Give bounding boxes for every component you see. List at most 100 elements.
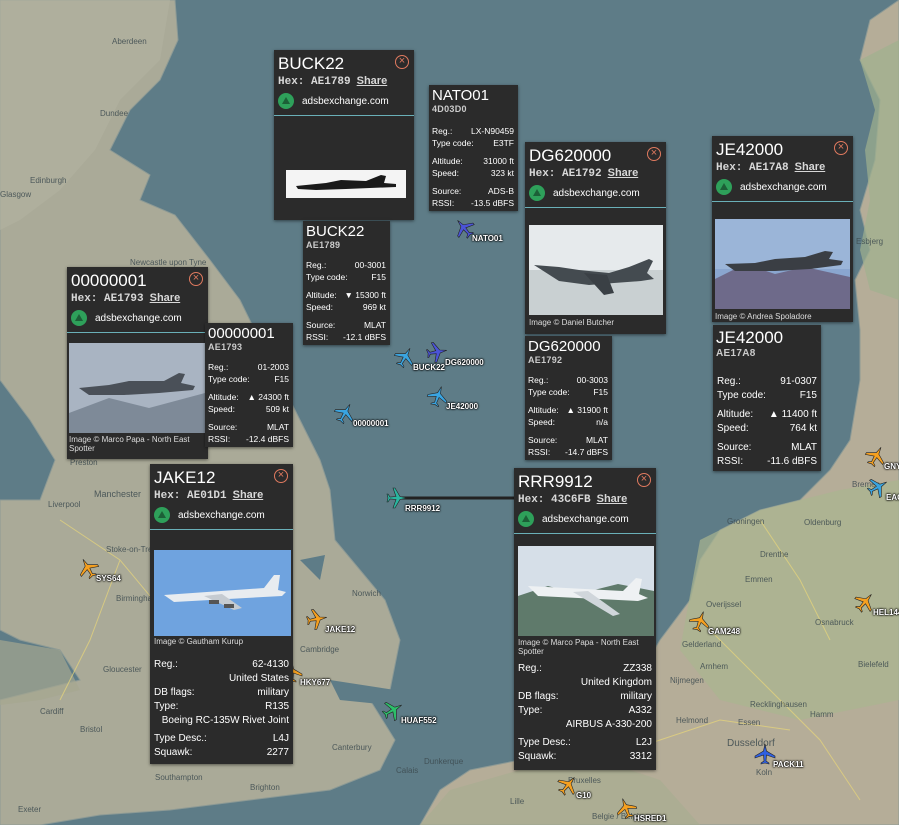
aircraft-photo[interactable]	[286, 170, 406, 198]
close-icon[interactable]: ×	[647, 147, 661, 161]
aircraft-photo[interactable]	[529, 225, 663, 315]
city-label: Southampton	[155, 773, 203, 782]
aircraft-callsign-label[interactable]: RRR9912	[405, 504, 440, 513]
aircraft-tooltip-buck22: BUCK22 AE1789 Reg.: 00-3001 Type code: F15…	[303, 221, 390, 345]
share-link[interactable]: Share	[357, 75, 388, 87]
aircraft-popup-je42000[interactable]: JE42000 × Hex: AE17A8 Share adsbexchange.…	[712, 136, 853, 322]
aircraft-callsign-label[interactable]: JE42000	[446, 402, 478, 411]
aircraft-callsign-label[interactable]: HKY677	[300, 678, 330, 687]
tooltip-row-source: Source: MLAT	[208, 422, 289, 432]
aircraft-popup-00000001[interactable]: 00000001 × Hex: AE1793 Share adsbexchange…	[67, 267, 208, 459]
close-icon[interactable]: ×	[637, 473, 651, 487]
tooltip-details: Reg.: 01-2003 Type code: F15 Altitude: ▲ 24…	[208, 361, 289, 445]
adsbexchange-link[interactable]: adsbexchange.com	[150, 502, 293, 523]
city-label: Essen	[738, 718, 761, 727]
share-link[interactable]: Share	[233, 489, 264, 501]
popup-details: Reg.: ZZ338 United Kingdom DB flags: milit…	[518, 662, 652, 764]
close-icon[interactable]: ×	[274, 469, 288, 483]
tooltip-row-reg: Reg.: 00-3003	[528, 375, 608, 385]
tooltip-row-rssi: RSSI: -12.4 dBFS	[208, 434, 289, 444]
city-label: Groningen	[727, 517, 765, 526]
tooltip-row-speed: Speed: n/a	[528, 417, 608, 427]
aircraft-callsign-label[interactable]: GNY	[884, 462, 899, 471]
city-label: Bristol	[80, 725, 103, 734]
share-link[interactable]: Share	[597, 493, 628, 505]
city-label: Oldenburg	[804, 518, 842, 527]
adsbexchange-link[interactable]: adsbexchange.com	[67, 305, 208, 326]
tooltip-callsign: JE42000	[716, 328, 784, 347]
aircraft-photo[interactable]	[69, 343, 205, 433]
aircraft-callsign-label[interactable]: HSRED1	[634, 814, 666, 823]
aircraft-callsign-label[interactable]: DG620000	[445, 358, 484, 367]
aircraft-callsign-label[interactable]: EAG	[886, 493, 899, 502]
city-label: Edinburgh	[30, 176, 67, 185]
share-link[interactable]: Share	[795, 161, 826, 173]
adsbexchange-link[interactable]: adsbexchange.com	[525, 180, 666, 201]
tooltip-callsign: BUCK22	[306, 223, 365, 240]
popup-row: Squawk: 3312	[518, 751, 652, 762]
aircraft-callsign-label[interactable]: SYS64	[96, 574, 121, 583]
popup-row: Type: A332	[518, 705, 652, 716]
city-label: Lille	[510, 797, 525, 806]
aircraft-popup-rrr9912[interactable]: RRR9912 × Hex: 43C6FB Share adsbexchange.…	[514, 468, 656, 770]
popup-callsign: JAKE12	[154, 468, 216, 487]
aircraft-photo[interactable]	[715, 219, 850, 309]
city-label: Aberdeen	[112, 37, 147, 46]
share-link[interactable]: Share	[150, 292, 181, 304]
aircraft-photo[interactable]	[154, 550, 291, 636]
tooltip-hex: AE1792	[528, 355, 563, 365]
adsbexchange-link[interactable]: adsbexchange.com	[712, 174, 853, 195]
aircraft-callsign-label[interactable]: GAM248	[708, 627, 740, 636]
aircraft-callsign-label[interactable]: PACK11	[773, 760, 804, 769]
popup-row: United States	[228, 673, 289, 684]
city-label: Gloucester	[103, 665, 142, 674]
aircraft-callsign-label[interactable]: 00000001	[353, 419, 389, 428]
aircraft-tooltip-dg620000: DG620000 AE1792 Reg.: 00-3003 Type code: F…	[525, 336, 612, 460]
aircraft-popup-jake12[interactable]: JAKE12 × Hex: AE01D1 Share adsbexchange.c…	[150, 464, 293, 764]
photo-credit: Image © Marco Papa - North East Spotter	[69, 435, 190, 453]
city-label: Cardiff	[40, 707, 64, 716]
popup-callsign: RRR9912	[518, 472, 593, 491]
tooltip-row-speed: Speed: 323 kt	[432, 168, 514, 178]
city-label: Arnhem	[700, 662, 729, 671]
adsbexchange-link[interactable]: adsbexchange.com	[274, 88, 414, 109]
close-icon[interactable]: ×	[395, 55, 409, 69]
adsbexchange-logo-icon	[716, 179, 732, 195]
city-label: Overijssel	[706, 600, 742, 609]
tooltip-row-altitude: Altitude: ▲ 31900 ft	[528, 405, 608, 415]
close-icon[interactable]: ×	[834, 141, 848, 155]
aircraft-popup-dg620000[interactable]: DG620000 × Hex: AE1792 Share adsbexchange…	[525, 142, 666, 334]
close-icon[interactable]: ×	[189, 272, 203, 286]
popup-hex-line: Hex: AE01D1 Share	[154, 489, 264, 502]
aircraft-callsign-label[interactable]: NATO01	[472, 234, 503, 243]
aircraft-callsign-label[interactable]: JAKE12	[325, 625, 355, 634]
city-label: Gelderland	[682, 640, 722, 649]
city-label: Emmen	[745, 575, 773, 584]
aircraft-photo[interactable]	[518, 546, 654, 636]
share-link[interactable]: Share	[608, 167, 639, 179]
city-label: Norwich	[352, 589, 381, 598]
tooltip-row-rssi: RSSI: -13.5 dBFS	[432, 198, 514, 208]
aircraft-callsign-label[interactable]: HUAF552	[401, 716, 437, 725]
popup-callsign: 00000001	[71, 271, 147, 290]
tooltip-row-reg: Reg.: LX-N90459	[432, 126, 514, 136]
popup-row: Type Desc.: L4J	[154, 733, 289, 744]
tooltip-row-type: Type code: F15	[208, 374, 289, 384]
popup-row: Boeing RC-135W Rivet Joint	[161, 715, 289, 726]
city-label: Recklinghausen	[750, 700, 807, 709]
aircraft-callsign-label[interactable]: HEL144	[873, 608, 899, 617]
aircraft-tooltip-00000001: 00000001 AE1793 Reg.: 01-2003 Type code: F…	[205, 323, 293, 447]
tooltip-row-rssi: RSSI: -12.1 dBFS	[306, 332, 386, 342]
city-label: Liverpool	[48, 500, 81, 509]
tooltip-row-type: Type code: F15	[528, 387, 608, 397]
popup-row: United Kingdom	[580, 677, 652, 688]
aircraft-popup-buck22[interactable]: BUCK22 × Hex: AE1789 Share adsbexchange.c…	[274, 50, 414, 220]
popup-callsign: DG620000	[529, 146, 612, 165]
tooltip-row-reg: Reg.: 91-0307	[717, 376, 817, 387]
adsbexchange-link[interactable]: adsbexchange.com	[514, 506, 656, 527]
tooltip-row-source: Source: MLAT	[306, 320, 386, 330]
aircraft-callsign-label[interactable]: G10	[576, 791, 591, 800]
tooltip-details: Reg.: 00-3001 Type code: F15 Altitude: ▼ 15…	[306, 259, 386, 343]
popup-row: Squawk: 2277	[154, 747, 289, 758]
city-label: Canterbury	[332, 743, 372, 752]
